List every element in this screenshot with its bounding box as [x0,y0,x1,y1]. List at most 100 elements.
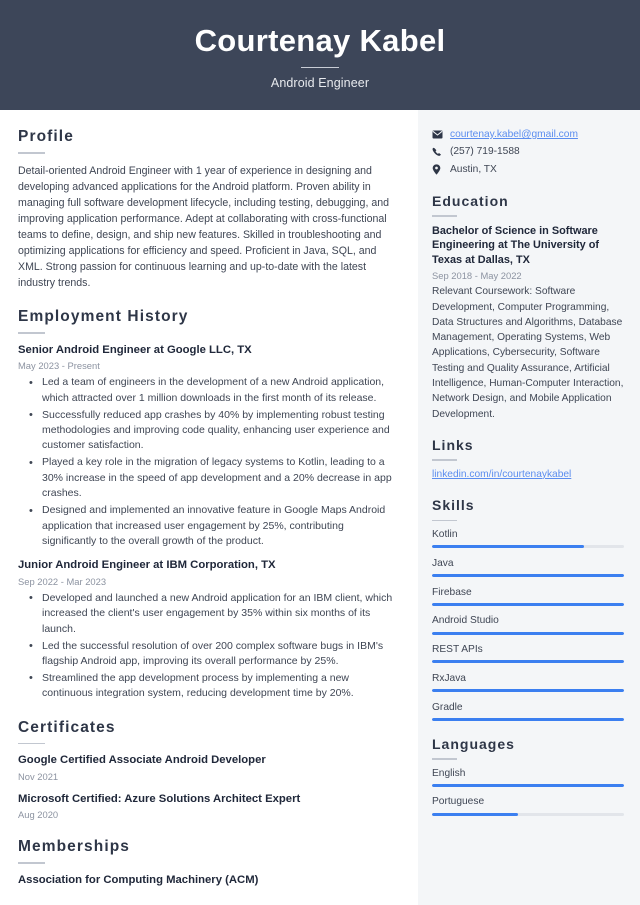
skill-bar-fill [432,631,624,635]
skill-item: Java [432,557,624,578]
section-divider [18,862,45,864]
section-links: Links linkedin.com/in/courtenaykabel [432,436,624,482]
section-heading-memberships: Memberships [18,838,131,856]
contact-block: courtenay.kabel@gmail.com (257) 719-1588… [432,128,624,176]
skill-label: RxJava [432,672,466,684]
list-item: Streamlined the app development process … [29,670,396,702]
location-pin-icon [432,164,445,175]
skill-item: RxJava [432,672,624,693]
section-languages: Languages English Portuguese [432,735,624,816]
skill-item: REST APIs [432,643,624,664]
skill-item: Kotlin [432,528,624,549]
skill-label: Gradle [432,701,463,713]
resume-header: Courtenay Kabel Android Engineer [0,0,640,110]
education-date: Sep 2018 - May 2022 [432,270,522,282]
skill-bar-track [432,689,624,693]
header-divider [301,67,339,69]
contact-row-email: courtenay.kabel@gmail.com [432,128,624,141]
employment-date: Sep 2022 - Mar 2023 [18,575,107,587]
skill-bar-track [432,717,624,721]
list-item: Led the successful resolution of over 20… [29,638,396,670]
list-item: Played a key role in the migration of le… [29,455,396,501]
skill-bar-fill [432,717,624,721]
section-certificates: Certificates Google Certified Associate … [18,719,396,821]
list-item: Led a team of engineers in the developme… [29,375,396,406]
skill-bar-track [432,631,624,635]
certificate-date: Nov 2021 [18,770,59,782]
list-item: Successfully reduced app crashes by 40% … [29,407,396,454]
employment-entry: Junior Android Engineer at IBM Corporati… [18,558,396,701]
section-heading-certificates: Certificates [18,718,116,736]
section-heading-links: Links [432,436,474,453]
list-item: Designed and implemented an innovative f… [29,503,396,549]
certificate-title: Google Certified Associate Android Devel… [18,754,266,767]
language-bar-fill [432,783,624,787]
education-description: Relevant Coursework: Software Developmen… [432,286,624,420]
section-heading-languages: Languages [432,735,515,752]
certificate-title: Microsoft Certified: Azure Solutions Arc… [18,792,301,805]
profile-text: Detail-oriented Android Engineer with 1 … [18,164,390,290]
skill-label: Java [432,557,454,569]
language-bar-fill [432,812,519,816]
section-divider [432,519,457,522]
phone-number: (257) 719-1588 [450,146,520,158]
skill-item: Gradle [432,701,624,721]
main-column: Profile Detail-oriented Android Engineer… [0,110,418,905]
membership-entry: Association for Computing Machinery (ACM… [18,873,396,888]
skill-bar-fill [432,660,624,664]
envelope-icon [432,130,445,139]
skill-item: Firebase [432,586,624,606]
section-employment-history: Employment History Senior Android Engine… [18,308,396,701]
skill-bar-fill [432,545,584,549]
skill-bar-track [432,602,624,606]
employment-bullets: Developed and launched a new Android app… [18,590,396,702]
language-label: English [432,767,466,779]
skill-bar-track [432,545,624,549]
language-bar-track [432,812,624,816]
section-divider [432,758,457,760]
skill-label: Kotlin [432,529,458,541]
header-job-title: Android Engineer [270,76,370,91]
list-item: Developed and launched a new Android app… [29,590,396,637]
section-heading-employment: Employment History [18,308,189,326]
section-divider [18,152,45,154]
section-heading-profile: Profile [18,128,74,145]
certificate-date: Aug 2020 [18,808,59,820]
resume-page: Courtenay Kabel Android Engineer Profile… [0,0,640,905]
sidebar-column: courtenay.kabel@gmail.com (257) 719-1588… [418,110,640,905]
employment-title: Senior Android Engineer at Google LLC, T… [18,343,252,356]
section-divider [18,742,45,745]
section-memberships: Memberships Association for Computing Ma… [18,838,396,888]
skill-item: Android Studio [432,614,624,635]
linkedin-link[interactable]: linkedin.com/in/courtenaykabel [432,468,624,482]
employment-date: May 2023 - Present [18,360,100,372]
phone-icon [432,147,445,157]
email-link[interactable]: courtenay.kabel@gmail.com [450,128,578,141]
membership-title: Association for Computing Machinery (ACM… [18,873,259,886]
page-title: Courtenay Kabel [194,22,446,58]
skill-label: Android Studio [432,615,499,627]
skill-bar-track [432,660,624,664]
employment-bullets: Led a team of engineers in the developme… [18,375,396,549]
contact-row-phone: (257) 719-1588 [432,145,624,158]
resume-body: Profile Detail-oriented Android Engineer… [0,110,640,905]
skill-bar-fill [432,689,624,693]
section-divider [432,459,457,461]
employment-title: Junior Android Engineer at IBM Corporati… [18,559,276,572]
language-bar-track [432,783,624,787]
language-label: Portuguese [432,796,485,808]
skill-label: REST APIs [432,644,483,656]
section-heading-skills: Skills [432,497,475,514]
section-divider [18,332,45,334]
skill-bar-fill [432,602,624,606]
skill-bar-fill [432,574,624,578]
skill-bar-track [432,574,624,578]
section-heading-education: Education [432,192,509,209]
location-text: Austin, TX [450,163,497,175]
education-entry: Bachelor of Science in Software Engineer… [432,224,624,422]
section-education: Education Bachelor of Science in Softwar… [432,192,624,422]
language-item: English [432,767,624,787]
section-skills: Skills Kotlin Java Firebase Android Stud… [432,497,624,721]
section-divider [432,215,457,217]
employment-entry: Senior Android Engineer at Google LLC, T… [18,343,396,550]
